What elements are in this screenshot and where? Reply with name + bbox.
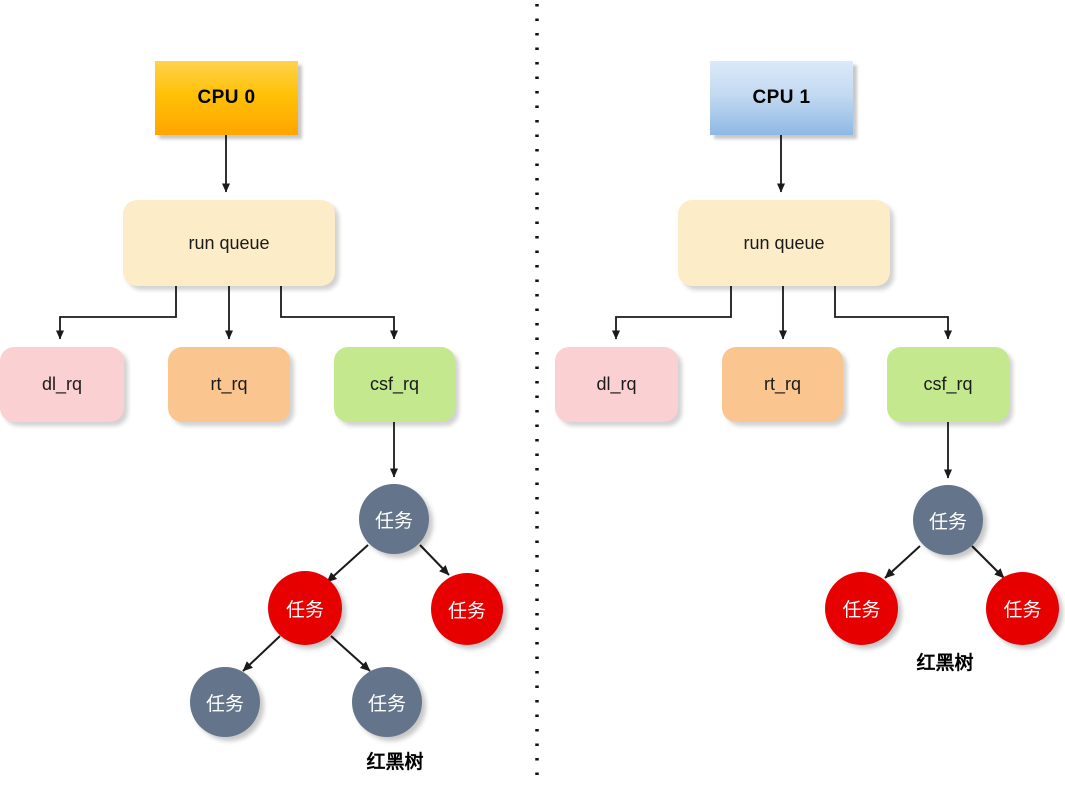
cpu0-tree-node-left-left-label: 任务 <box>205 693 244 715</box>
cpu1-tree-caption-text: 红黑树 <box>916 653 974 674</box>
cpu0-tree-node-left-right-label: 任务 <box>367 693 406 715</box>
cpu1-rt-rq-box[interactable]: rt_rq <box>722 347 843 422</box>
cpu0-label: CPU 0 <box>197 87 256 108</box>
cpu1-run-queue-label: run queue <box>743 232 825 253</box>
cpu0-tree-caption: 红黑树 <box>335 747 455 774</box>
cpu1-tree-node-left[interactable]: 任务 <box>825 572 898 645</box>
cpu0-rt-rq-box[interactable]: rt_rq <box>168 347 290 422</box>
cpu0-csf-rq-box[interactable]: csf_rq <box>334 347 455 422</box>
cpu0-csf-rq-label: csf_rq <box>369 374 420 394</box>
cpu0-dl-rq-box[interactable]: dl_rq <box>0 347 124 422</box>
cpu1-tree-node-right-label: 任务 <box>1003 600 1042 621</box>
tree-edge-l-root-to-l-right <box>419 544 450 576</box>
cpu1-run-queue-box[interactable]: run queue <box>678 200 890 286</box>
cpu0-dl-rq-label: dl_rq <box>41 374 83 394</box>
cpu1-csf-rq-box[interactable]: csf_rq <box>887 347 1009 422</box>
connector-runqueue0-to-csfrq <box>280 286 398 340</box>
cpu1-rt-rq-label: rt_rq <box>763 374 801 394</box>
cpu0-tree-node-left[interactable]: 任务 <box>268 571 342 645</box>
cpu1-label: CPU 1 <box>752 87 811 108</box>
cpu0-tree-node-right[interactable]: 任务 <box>431 573 503 645</box>
cpu0-tree-node-left-right[interactable]: 任务 <box>352 667 422 737</box>
cpu0-tree-node-root-label: 任务 <box>374 510 413 532</box>
cpu0-box[interactable]: CPU 0 <box>155 61 298 135</box>
cpu0-tree-node-left-label: 任务 <box>285 599 324 621</box>
cpu0-tree-caption-text: 红黑树 <box>366 752 424 773</box>
connector-runqueue1-to-csfrq <box>834 286 952 340</box>
tree-edge-l-left-to-l-lr <box>330 635 371 672</box>
tree-edge-r-root-to-r-left <box>884 545 921 579</box>
cpu1-tree-node-root-label: 任务 <box>928 511 967 533</box>
cpu1-tree-node-root[interactable]: 任务 <box>913 485 983 555</box>
cpu0-run-queue-box[interactable]: run queue <box>123 200 335 286</box>
cpu0-tree-node-root[interactable]: 任务 <box>359 484 429 554</box>
cpu1-tree-node-right[interactable]: 任务 <box>986 572 1059 645</box>
cpu0-tree-node-left-left[interactable]: 任务 <box>190 667 260 737</box>
tree-edge-l-left-to-l-ll <box>242 635 281 672</box>
cpu1-tree-caption: 红黑树 <box>885 648 1005 675</box>
cpu1-tree-node-left-label: 任务 <box>842 600 881 621</box>
cpu1-dl-rq-label: dl_rq <box>596 374 637 394</box>
cpu0-rt-rq-label: rt_rq <box>210 374 248 394</box>
cpu0-tree-node-right-label: 任务 <box>447 600 486 622</box>
tree-edge-r-root-to-r-right <box>971 545 1005 579</box>
cpu0-run-queue-label: run queue <box>188 232 270 253</box>
cpu1-box[interactable]: CPU 1 <box>710 61 853 135</box>
tree-edge-l-root-to-l-left <box>326 544 369 583</box>
cpu1-csf-rq-label: csf_rq <box>923 374 973 394</box>
cpu1-dl-rq-box[interactable]: dl_rq <box>555 347 678 422</box>
connector-runqueue0-to-dlrq <box>56 286 177 340</box>
connector-runqueue1-to-dlrq <box>612 286 732 340</box>
